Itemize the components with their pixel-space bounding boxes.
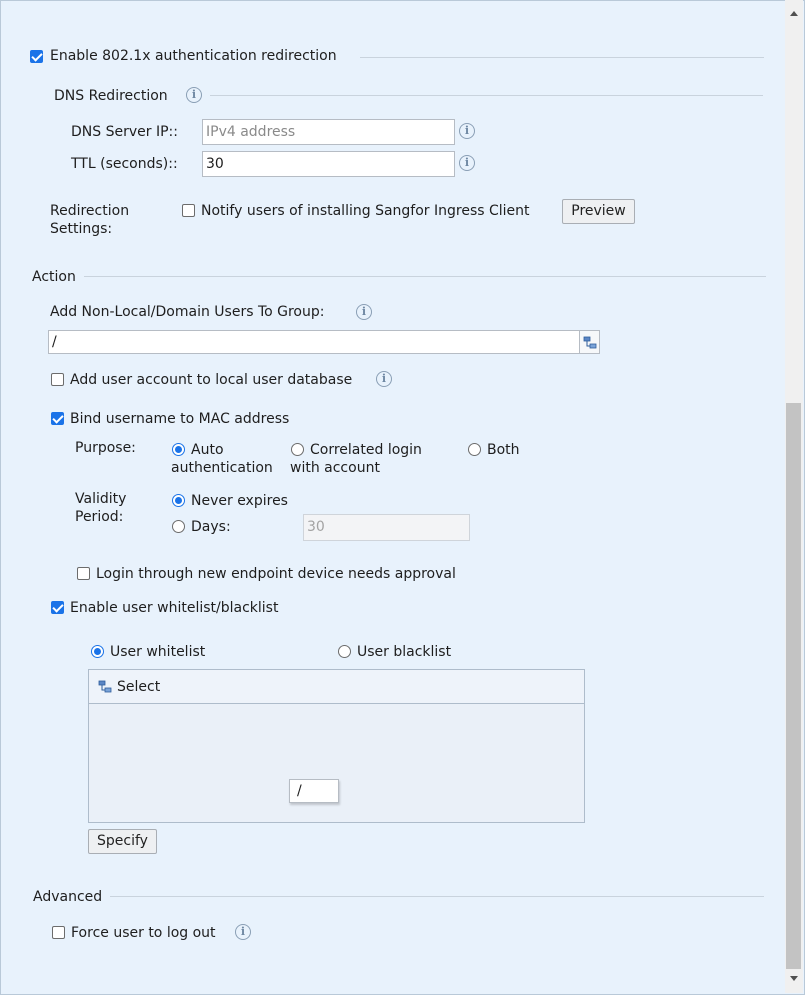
purpose-auth-label-2: authentication xyxy=(171,460,273,476)
info-icon[interactable]: i xyxy=(459,123,475,139)
purpose-both-radio[interactable] xyxy=(468,443,481,456)
whitelist-enable-checkbox[interactable] xyxy=(51,601,64,614)
user-whitelist-label: User whitelist xyxy=(110,644,206,660)
enable-8021x-label: Enable 802.1x authentication redirection xyxy=(50,48,337,64)
days-label: Days: xyxy=(191,519,231,535)
validity-label: Validity xyxy=(75,491,127,507)
info-icon[interactable]: i xyxy=(356,304,372,320)
redirection-settings-label: Redirection xyxy=(50,203,130,219)
approval-checkbox[interactable] xyxy=(77,567,90,580)
purpose-correlated-label: Correlated login xyxy=(310,442,422,458)
user-blacklist-radio[interactable] xyxy=(338,645,351,658)
user-blacklist-label: User blacklist xyxy=(357,644,452,660)
approval-label: Login through new endpoint device needs … xyxy=(96,566,456,582)
dns-server-ip-label: DNS Server IP:: xyxy=(71,124,178,140)
divider xyxy=(84,276,766,277)
dns-section-title: DNS Redirection xyxy=(54,88,168,104)
selected-path-item[interactable]: / xyxy=(289,779,339,803)
action-section-title: Action xyxy=(32,269,76,285)
user-select-box: Select / xyxy=(88,669,585,823)
bind-mac-label: Bind username to MAC address xyxy=(70,411,290,427)
notify-client-label: Notify users of installing Sangfor Ingre… xyxy=(201,203,530,219)
divider xyxy=(360,57,764,58)
user-whitelist-radio[interactable] xyxy=(91,645,104,658)
enable-8021x-checkbox[interactable] xyxy=(30,50,43,63)
purpose-label: Purpose: xyxy=(75,440,136,456)
never-expires-radio[interactable] xyxy=(172,494,185,507)
tree-select-icon[interactable] xyxy=(98,680,112,694)
purpose-correlated-radio[interactable] xyxy=(291,443,304,456)
divider xyxy=(110,896,764,897)
dns-server-ip-input[interactable]: IPv4 address xyxy=(202,119,455,145)
scrollbar-thumb[interactable] xyxy=(786,403,801,969)
purpose-correlated-label-2: with account xyxy=(290,460,380,476)
days-radio[interactable] xyxy=(172,520,185,533)
info-icon[interactable]: i xyxy=(186,87,202,103)
ttl-label: TTL (seconds):: xyxy=(71,156,178,172)
specify-button[interactable]: Specify xyxy=(88,829,157,854)
validity-label-2: Period: xyxy=(75,509,124,525)
whitelist-enable-label: Enable user whitelist/blacklist xyxy=(70,600,279,616)
advanced-section-title: Advanced xyxy=(33,889,103,905)
purpose-both-label: Both xyxy=(487,442,520,458)
info-icon[interactable]: i xyxy=(459,155,475,171)
preview-button[interactable]: Preview xyxy=(562,199,635,224)
divider xyxy=(210,95,763,96)
scroll-up-arrow-icon[interactable] xyxy=(790,11,798,16)
purpose-auth-label: Auto xyxy=(191,442,224,458)
notify-client-checkbox[interactable] xyxy=(182,204,195,217)
force-logout-label: Force user to log out xyxy=(71,925,216,941)
never-expires-label: Never expires xyxy=(191,493,288,509)
add-local-db-checkbox[interactable] xyxy=(51,373,64,386)
add-group-label: Add Non-Local/Domain Users To Group: xyxy=(50,304,325,320)
scroll-down-arrow-icon[interactable] xyxy=(790,976,798,981)
force-logout-checkbox[interactable] xyxy=(52,926,65,939)
info-icon[interactable]: i xyxy=(235,924,251,940)
group-path-input[interactable]: / xyxy=(48,330,580,354)
ttl-input[interactable]: 30 xyxy=(202,151,455,177)
redirection-settings-label-2: Settings: xyxy=(50,221,113,237)
tree-select-icon xyxy=(583,336,597,349)
info-icon[interactable]: i xyxy=(376,371,392,387)
select-button[interactable]: Select xyxy=(117,678,160,696)
days-input[interactable]: 30 xyxy=(303,514,470,541)
group-browse-button[interactable] xyxy=(580,330,600,354)
purpose-auth-radio[interactable] xyxy=(172,443,185,456)
select-toolbar xyxy=(89,670,584,704)
bind-mac-checkbox[interactable] xyxy=(51,412,64,425)
add-local-db-label: Add user account to local user database xyxy=(70,372,353,388)
